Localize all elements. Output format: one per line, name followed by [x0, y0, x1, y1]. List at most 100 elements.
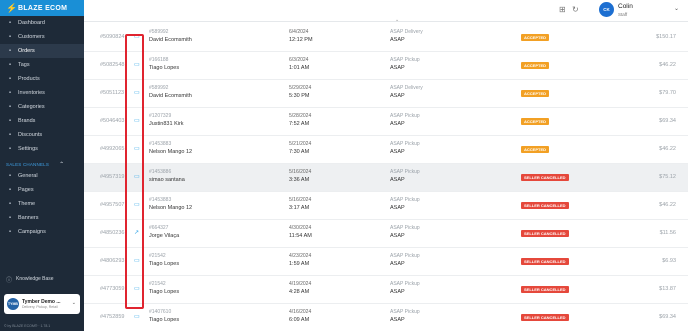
store-switcher[interactable]: TYMB Tymber Demo ... Delivery, Pickup, R…	[4, 294, 80, 314]
order-date: 5/16/2024	[289, 197, 312, 203]
sidebar-item-categories[interactable]: ▪ Categories	[0, 100, 84, 114]
delivery-window: ASAP	[390, 317, 405, 323]
avatar[interactable]: CK	[599, 2, 614, 17]
sidebar-item-label: Tags	[18, 62, 30, 68]
order-id: #5082548	[100, 62, 125, 68]
order-date: 5/29/2024	[289, 85, 312, 91]
table-row[interactable]: #4752859 #1407610 Tiago Lopes 4/16/2024 6:09…	[84, 304, 688, 331]
sidebar-item-discounts[interactable]: ▪ Discounts	[0, 128, 84, 142]
customer-id: #1407610	[149, 309, 172, 315]
status-badge: ACCEPTED	[521, 90, 550, 97]
monitor-icon[interactable]: ▭	[134, 313, 140, 320]
order-id: #5051123	[100, 90, 125, 96]
order-amount: $46.22	[659, 146, 676, 152]
sidebar-item-general[interactable]: ▪ General	[0, 169, 84, 183]
sales-channels-header[interactable]: SALES CHANNELS ⌃	[0, 159, 84, 169]
status-badge: SELLER CANCELLED	[521, 314, 569, 321]
order-id: #4992065	[100, 146, 125, 152]
sidebar-item-label: Theme	[18, 201, 36, 207]
order-date: 4/19/2024	[289, 281, 312, 287]
delivery-type: ASAP Pickup	[390, 309, 420, 315]
table-row[interactable]: #4806293 #21542 Tiago Lopes 4/23/2024 1:59 A…	[84, 248, 688, 276]
gift-icon[interactable]: ⊞	[559, 5, 566, 14]
order-amount: $69.34	[659, 118, 676, 124]
order-id: #4773059	[100, 286, 125, 292]
theme-icon: ▪	[8, 201, 12, 207]
customer-name: Jorge Vilaça	[149, 233, 180, 239]
sales-channels-nav: ▪ General ▪ Pages ▪ Theme ▪ Banners ▪ Campaigns	[0, 169, 84, 239]
sidebar-item-orders[interactable]: ▪ Orders	[0, 44, 84, 58]
order-date: 6/3/2024	[289, 57, 309, 63]
sidebar-item-banners[interactable]: ▪ Banners	[0, 211, 84, 225]
order-amount: $46.22	[659, 62, 676, 68]
sidebar-item-settings[interactable]: ▪ Settings	[0, 142, 84, 156]
delivery-type: ASAP Pickup	[390, 141, 420, 147]
table-row[interactable]: #5046403 #1207329 Justin831 Kirk 5/28/2024 7…	[84, 108, 688, 136]
order-date: 5/28/2024	[289, 113, 312, 119]
chevron-up-icon: ⌃	[59, 161, 65, 168]
customer-name: Justin831 Kirk	[149, 121, 184, 127]
brand-bar[interactable]: ⚡ BLAZE ECOM	[0, 0, 84, 16]
discount-icon: ▪	[8, 132, 12, 138]
order-time: 6:09 AM	[289, 317, 310, 323]
knowledge-base-link[interactable]: ⓘ Knowledge Base	[0, 273, 84, 285]
order-amount: $46.22	[659, 202, 676, 208]
app-window: ⚡ BLAZE ECOM ▪ Dashboard ▪ Customers ▪ Orders…	[0, 0, 688, 331]
sidebar-item-pages[interactable]: ▪ Pages	[0, 183, 84, 197]
customer-name: Tiago Lopes	[149, 261, 180, 267]
order-date: 5/21/2024	[289, 141, 312, 147]
status-badge: SELLER CANCELLED	[521, 230, 569, 237]
sidebar-item-label: Brands	[18, 118, 36, 124]
customer-id: #664327	[149, 225, 169, 231]
status-badge: SELLER CANCELLED	[521, 174, 569, 181]
sidebar-item-label: Dashboard	[18, 20, 45, 26]
table-row[interactable]: #4850236 #664327 Jorge Vilaça 4/30/2024 11:5…	[84, 220, 688, 248]
customer-name: Tiago Lopes	[149, 289, 180, 295]
order-time: 1:59 AM	[289, 261, 310, 267]
pages-icon: ▪	[8, 187, 12, 193]
delivery-window: ASAP	[390, 149, 405, 155]
sidebar-item-campaigns[interactable]: ▪ Campaigns	[0, 225, 84, 239]
customer-id: #589992	[149, 29, 169, 35]
status-badge: ACCEPTED	[521, 62, 550, 69]
sidebar-item-brands[interactable]: ▪ Brands	[0, 114, 84, 128]
knowledge-base-label: Knowledge Base	[16, 276, 54, 282]
sidebar-item-inventories[interactable]: ▪ Inventories	[0, 86, 84, 100]
sidebar-item-label: Customers	[18, 34, 45, 40]
customer-name: Tiago Lopes	[149, 65, 180, 71]
delivery-window: ASAP	[390, 37, 405, 43]
sidebar-item-products[interactable]: ▪ Products	[0, 72, 84, 86]
order-amount: $6.93	[662, 258, 676, 264]
status-badge: ACCEPTED	[521, 34, 550, 41]
sidebar-item-tags[interactable]: ▪ Tags	[0, 58, 84, 72]
order-id: #4957319	[100, 174, 125, 180]
order-amount: $11.56	[659, 230, 676, 236]
order-amount: $75.12	[659, 174, 676, 180]
delivery-window: ASAP	[390, 233, 405, 239]
sidebar-item-customers[interactable]: ▪ Customers	[0, 30, 84, 44]
chevron-down-icon: ⌄	[71, 300, 76, 306]
table-row[interactable]: #5090824 #589992 David Ecomsmith 6/4/2024 12…	[84, 24, 688, 52]
table-row[interactable]: #4992065 #1453883 Nelson Mango 12 5/21/2024…	[84, 136, 688, 164]
table-row[interactable]: #5082548 #166188 Tiago Lopes 6/3/2024 1:01 A…	[84, 52, 688, 80]
gear-icon: ▪	[8, 146, 12, 152]
dashboard-icon: ▪	[8, 20, 12, 26]
customer-id: #1453883	[149, 197, 172, 203]
table-row[interactable]: #4957319 #1453886 simao santana 5/16/2024 3:…	[84, 164, 688, 192]
brands-icon: ▪	[8, 118, 12, 124]
categories-icon: ▪	[8, 104, 12, 110]
table-row[interactable]: #4957507 #1453883 Nelson Mango 12 5/16/2024…	[84, 192, 688, 220]
customer-id: #21542	[149, 253, 166, 259]
chevron-down-icon[interactable]: ⌄	[674, 5, 679, 12]
refresh-icon[interactable]: ↻	[572, 5, 579, 14]
table-row[interactable]: #4773059 #21542 Tiago Lopes 4/19/2024 4:28 A…	[84, 276, 688, 304]
order-amount: $69.34	[659, 314, 676, 320]
order-amount: $79.70	[659, 90, 676, 96]
sidebar-item-theme[interactable]: ▪ Theme	[0, 197, 84, 211]
status-badge: ACCEPTED	[521, 118, 550, 125]
order-id: #4752859	[100, 314, 125, 320]
sidebar-item-dashboard[interactable]: ▪ Dashboard	[0, 16, 84, 30]
table-row[interactable]: #5051123 #589992 David Ecomsmith 5/29/2024 5…	[84, 80, 688, 108]
user-name[interactable]: Colin	[618, 3, 633, 10]
brand-name: BLAZE ECOM	[18, 4, 68, 12]
